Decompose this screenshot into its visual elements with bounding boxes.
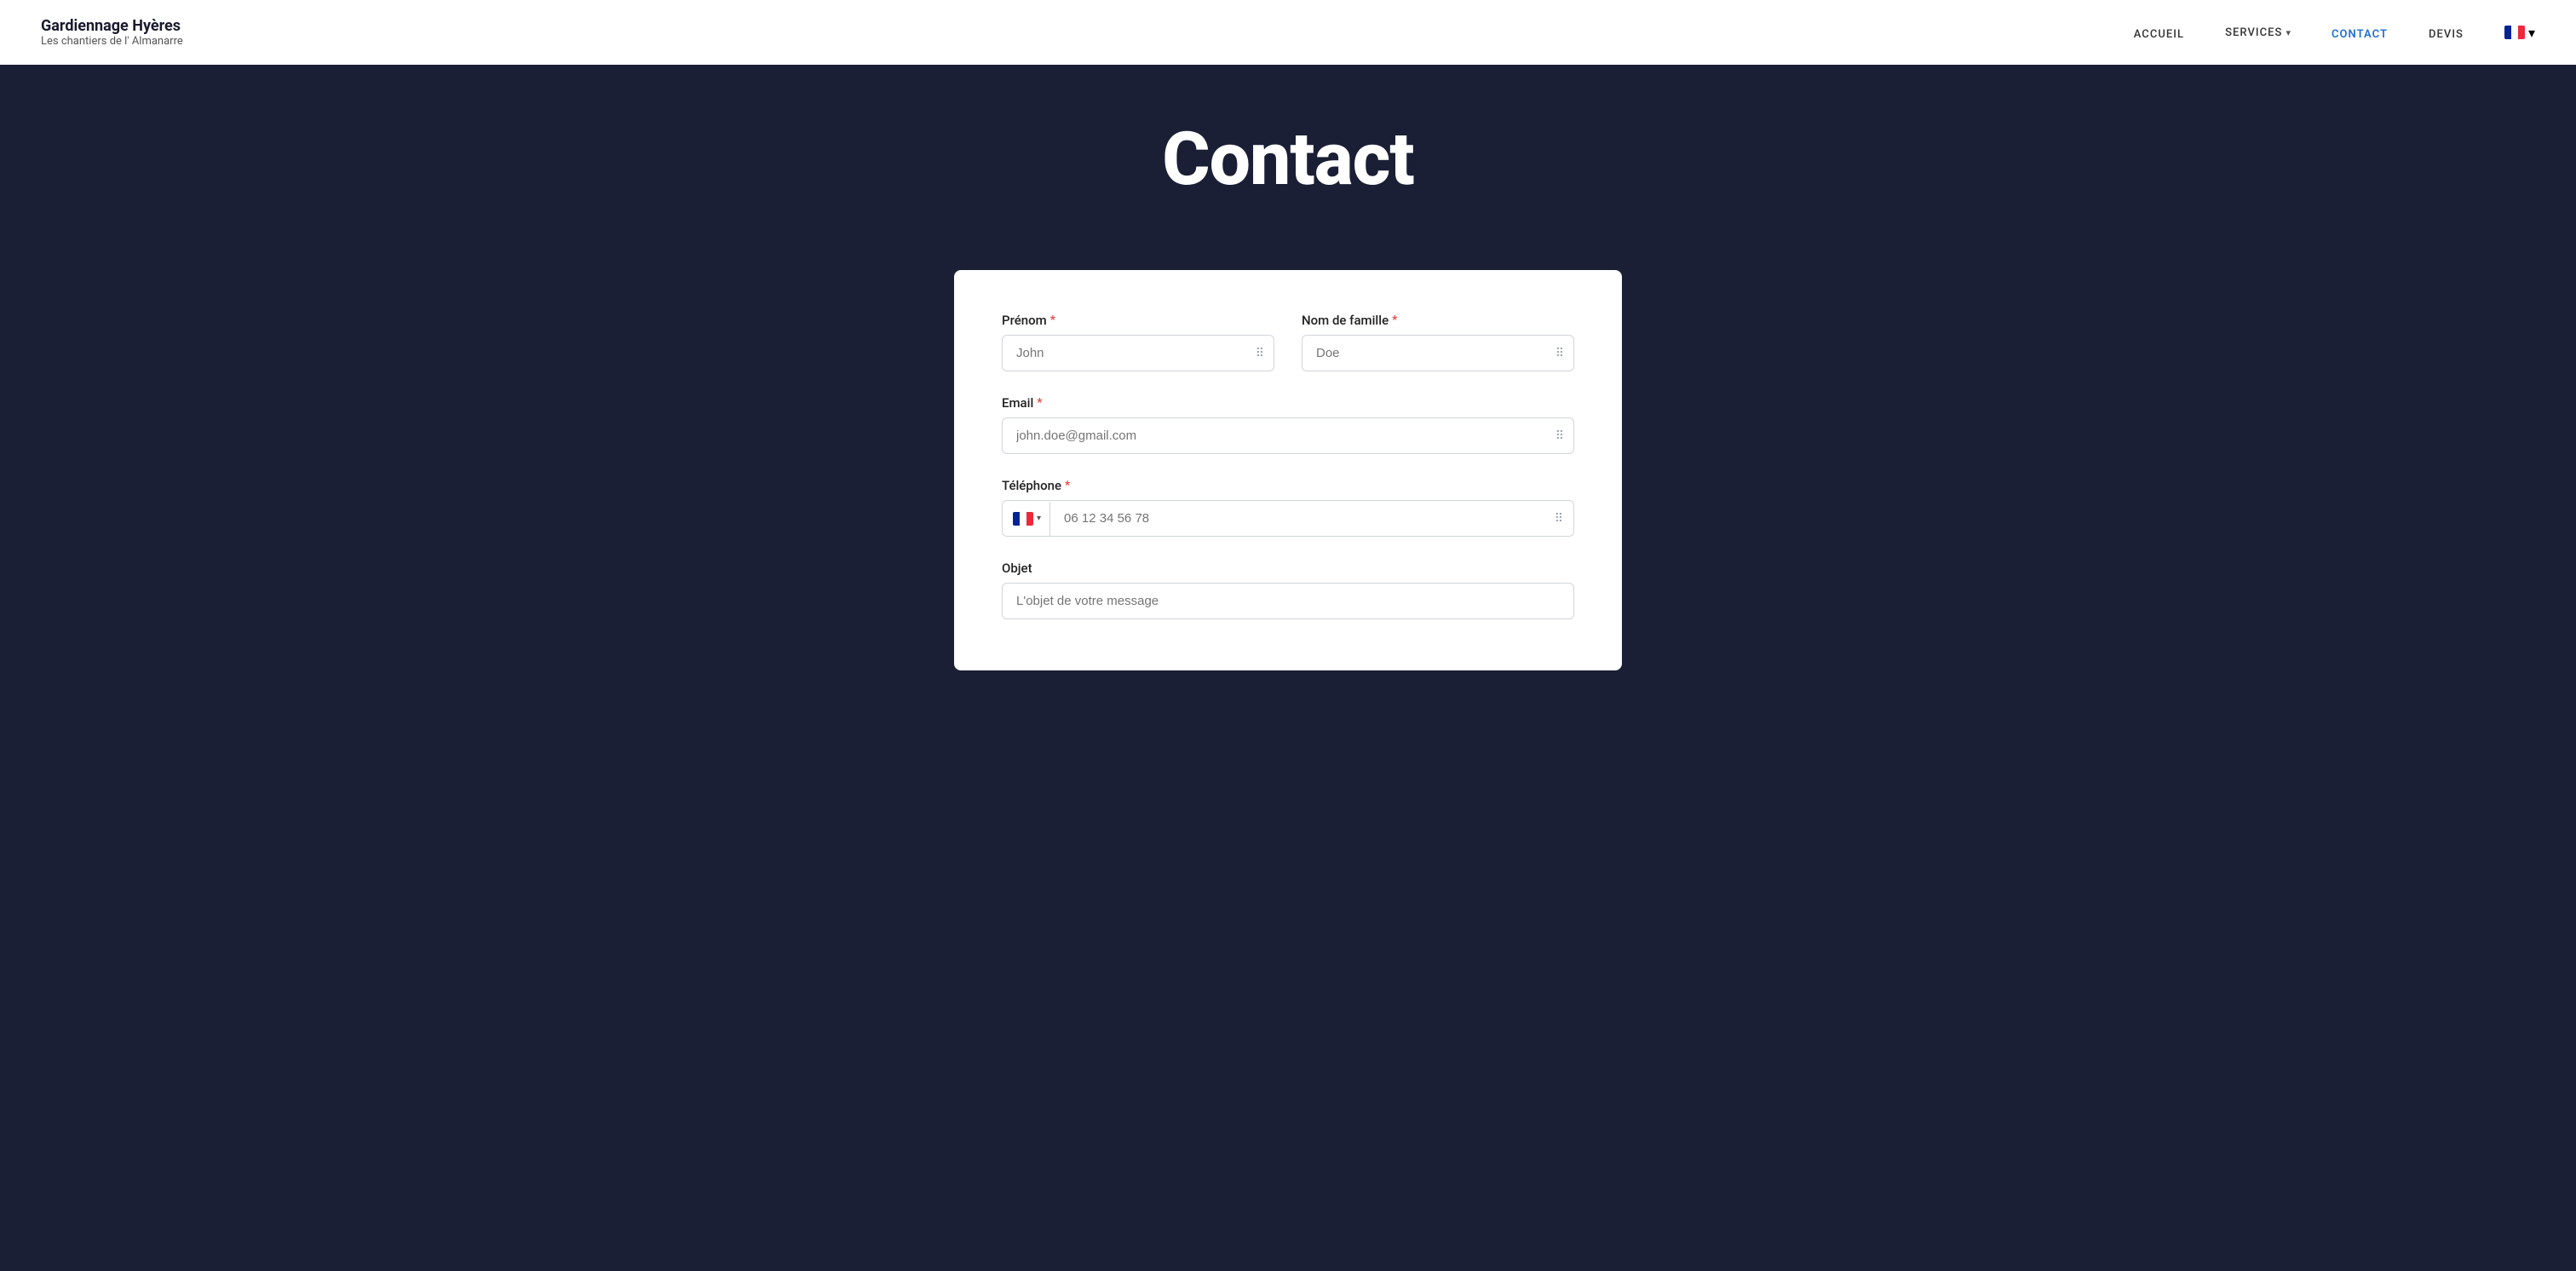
email-input[interactable] [1002, 417, 1574, 454]
contact-form-card: Prénom * ⠿ Nom de famille * ⠿ [954, 270, 1622, 670]
email-group: Email * ⠿ [1002, 395, 1574, 454]
brand[interactable]: Gardiennage Hyères Les chantiers de l' A… [41, 17, 183, 49]
email-input-wrapper: ⠿ [1002, 417, 1574, 454]
page-title: Contact [1162, 116, 1414, 202]
nom-required: * [1392, 313, 1397, 327]
email-required: * [1037, 396, 1042, 410]
telephone-label: Téléphone * [1002, 478, 1574, 493]
phone-country-select[interactable]: ▾ [1003, 502, 1050, 536]
main-content: Prénom * ⠿ Nom de famille * ⠿ [0, 270, 2576, 739]
nom-group: Nom de famille * ⠿ [1302, 313, 1574, 371]
hero-section: Contact [0, 65, 2576, 270]
email-label: Email * [1002, 395, 1574, 411]
prenom-input[interactable] [1002, 335, 1274, 371]
nav-link-devis[interactable]: DEVIS [2429, 28, 2464, 41]
flag-fr-icon [2504, 26, 2525, 39]
services-chevron-icon: ▾ [2286, 27, 2291, 38]
nav-item-services[interactable]: SERVICES ▾ [2225, 26, 2291, 39]
prenom-input-wrapper: ⠿ [1002, 335, 1274, 371]
nav-item-contact[interactable]: CONTACT [2332, 25, 2388, 41]
objet-input-wrapper [1002, 583, 1574, 619]
telephone-required: * [1065, 479, 1070, 492]
objet-label: Objet [1002, 561, 1574, 576]
nom-input[interactable] [1302, 335, 1574, 371]
phone-country-chevron-icon: ▾ [1037, 514, 1041, 523]
nav-item-accueil[interactable]: ACCUEIL [2134, 25, 2184, 41]
nav-menu: ACCUEIL SERVICES ▾ CONTACT DEVIS ▾ [2134, 25, 2535, 41]
nav-item-language[interactable]: ▾ [2504, 25, 2535, 41]
telephone-input-wrapper: ▾ ⠿ [1002, 500, 1574, 537]
telephone-input-icon: ⠿ [1555, 512, 1573, 526]
nav-link-services[interactable]: SERVICES [2225, 26, 2282, 39]
nav-item-devis[interactable]: DEVIS [2429, 25, 2464, 41]
phone-flag-fr-icon [1013, 512, 1033, 526]
brand-title: Gardiennage Hyères [41, 17, 183, 36]
telephone-group: Téléphone * ▾ ⠿ [1002, 478, 1574, 537]
nom-input-wrapper: ⠿ [1302, 335, 1574, 371]
prenom-group: Prénom * ⠿ [1002, 313, 1274, 371]
prenom-label: Prénom * [1002, 313, 1274, 328]
name-row: Prénom * ⠿ Nom de famille * ⠿ [1002, 313, 1574, 371]
brand-subtitle: Les chantiers de l' Almanarre [41, 35, 183, 48]
telephone-input[interactable] [1050, 501, 1555, 536]
prenom-required: * [1050, 313, 1055, 327]
objet-group: Objet [1002, 561, 1574, 619]
navbar: Gardiennage Hyères Les chantiers de l' A… [0, 0, 2576, 65]
language-selector[interactable]: ▾ [2504, 25, 2535, 41]
language-chevron-icon: ▾ [2528, 25, 2535, 41]
nom-label: Nom de famille * [1302, 313, 1574, 328]
objet-input[interactable] [1002, 583, 1574, 619]
nav-link-contact[interactable]: CONTACT [2332, 28, 2388, 41]
nav-link-accueil[interactable]: ACCUEIL [2134, 28, 2184, 41]
